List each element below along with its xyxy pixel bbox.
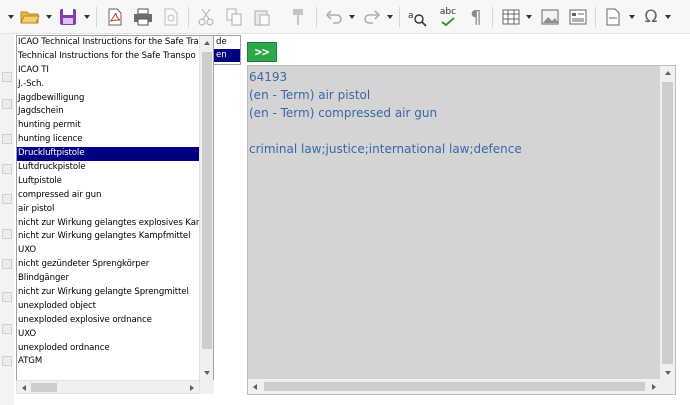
language-list[interactable]: de en — [213, 35, 241, 65]
term-list-item[interactable]: nicht zur Wirkung gelangtes Kampfmittel — [17, 230, 200, 244]
special-character-icon[interactable]: Ω — [640, 5, 662, 29]
term-list-item[interactable]: J.-Sch. — [17, 78, 200, 92]
term-list-item[interactable]: unexploded ordnance — [17, 342, 200, 356]
scroll-down-arrow-icon[interactable] — [200, 366, 213, 380]
sidebar-pencil-icon[interactable] — [2, 72, 12, 82]
scroll-up-arrow-icon[interactable] — [660, 66, 675, 80]
sidebar-list-icon[interactable] — [2, 324, 12, 334]
svg-text:a: a — [408, 11, 414, 21]
table-dropdown-arrow[interactable] — [524, 5, 533, 29]
term-list-item[interactable]: ICAO TI — [17, 64, 200, 78]
term-list-item[interactable]: unexploded object — [17, 300, 200, 314]
sidebar-shape-icon[interactable] — [2, 164, 12, 174]
sidebar-frame-icon[interactable] — [2, 194, 12, 204]
term-list-item[interactable]: hunting permit — [17, 119, 200, 133]
save-dropdown-arrow[interactable] — [82, 5, 91, 29]
term-list-item[interactable]: nicht zur Wirkung gelangtes explosives K… — [17, 217, 200, 231]
term-list-item[interactable]: Jagdbewilligung — [17, 92, 200, 106]
term-list-item[interactable]: Jagdschein — [17, 105, 200, 119]
scroll-down-arrow-icon[interactable] — [660, 366, 675, 380]
scroll-left-arrow-icon[interactable] — [17, 381, 31, 395]
term-list-items: ICAO Technical Instructions for the Safe… — [17, 36, 200, 369]
find-replace-icon[interactable]: a — [405, 5, 429, 29]
term-list-item[interactable]: ICAO Technical Instructions for the Safe… — [17, 36, 200, 50]
app-window: a abc ¶ Ω ICAO Technical Instructions fo… — [0, 0, 690, 405]
language-item-en[interactable]: en — [214, 49, 240, 62]
toolbar: a abc ¶ Ω — [0, 0, 690, 34]
result-vertical-scrollbar[interactable] — [660, 66, 675, 380]
sidebar-page-icon[interactable] — [2, 134, 12, 144]
result-pane[interactable]: 64193 (en - Term) air pistol (en - Term)… — [247, 65, 676, 395]
open-folder-icon[interactable] — [18, 5, 42, 29]
term-list-item[interactable]: Luftdruckpistole — [17, 161, 200, 175]
insert-table-icon[interactable] — [499, 5, 523, 29]
language-item-de[interactable]: de — [214, 36, 240, 49]
term-list-item[interactable]: unexploded explosive ordnance — [17, 314, 200, 328]
redo-icon[interactable] — [360, 5, 384, 29]
result-entry-id: 64193 — [249, 70, 288, 84]
sidebar-arrow-icon[interactable] — [2, 99, 12, 109]
menu-dropdown-arrow[interactable] — [6, 5, 15, 29]
result-blank-line — [248, 122, 660, 140]
scrollbar-thumb[interactable] — [264, 382, 645, 391]
term-list-item[interactable]: nicht zur Wirkung gelangte Sprengmittel — [17, 286, 200, 300]
page-break-icon[interactable] — [601, 5, 625, 29]
open-dropdown-arrow[interactable] — [44, 5, 53, 29]
sidebar-circle-icon[interactable] — [2, 259, 12, 269]
scroll-right-arrow-icon[interactable] — [185, 381, 199, 395]
clone-formatting-icon[interactable] — [286, 5, 310, 29]
spellcheck-label: abc — [439, 7, 457, 17]
result-term-line: (en - Term) compressed air gun — [249, 106, 438, 120]
term-list-horizontal-scrollbar[interactable] — [16, 380, 200, 394]
term-list-item[interactable]: air pistol — [17, 203, 200, 217]
print-icon[interactable] — [131, 5, 155, 29]
export-pdf-icon[interactable] — [103, 5, 127, 29]
page-dropdown-arrow[interactable] — [627, 5, 636, 29]
spellcheck-icon[interactable]: abc — [435, 5, 461, 29]
undo-dropdown-arrow[interactable] — [347, 5, 356, 29]
undo-icon[interactable] — [322, 5, 346, 29]
scrollbar-thumb[interactable] — [31, 383, 57, 392]
copy-icon[interactable] — [222, 5, 246, 29]
sidebar-grid-icon[interactable] — [2, 229, 12, 239]
term-list-vertical-scrollbar[interactable] — [199, 36, 213, 380]
sidebar-box-icon[interactable] — [2, 292, 12, 302]
translate-button[interactable]: >> — [247, 42, 277, 62]
term-list-item[interactable]: ATGM — [17, 355, 200, 369]
scroll-up-arrow-icon[interactable] — [200, 36, 213, 50]
left-sidebar-strip — [0, 34, 14, 405]
insert-chart-icon[interactable] — [566, 5, 590, 29]
term-list-item[interactable]: UXO — [17, 328, 200, 342]
formatting-marks-icon[interactable]: ¶ — [465, 5, 487, 29]
result-horizontal-scrollbar[interactable] — [248, 379, 661, 394]
redo-dropdown-arrow[interactable] — [385, 5, 394, 29]
scroll-left-arrow-icon[interactable] — [248, 379, 262, 394]
scrollbar-corner — [200, 380, 214, 394]
scroll-right-arrow-icon[interactable] — [647, 379, 661, 394]
term-list-item[interactable]: compressed air gun — [17, 189, 200, 203]
term-list-item[interactable]: Luftpistole — [17, 175, 200, 189]
save-icon[interactable] — [56, 5, 80, 29]
sidebar-doc-icon[interactable] — [2, 356, 12, 366]
insert-image-icon[interactable] — [538, 5, 562, 29]
term-list-item[interactable]: Blindgänger — [17, 272, 200, 286]
term-list-item[interactable]: UXO — [17, 244, 200, 258]
result-term-line: (en - Term) air pistol — [249, 88, 371, 102]
scrollbar-corner — [660, 379, 675, 394]
term-list-item[interactable]: hunting licence — [17, 133, 200, 147]
paste-icon[interactable] — [250, 5, 274, 29]
term-list-item[interactable]: nicht gezündeter Sprengkörper — [17, 258, 200, 272]
special-character-dropdown-arrow[interactable] — [663, 5, 672, 29]
scrollbar-thumb[interactable] — [202, 52, 212, 349]
scrollbar-thumb[interactable] — [662, 82, 673, 364]
term-list[interactable]: ICAO Technical Instructions for the Safe… — [16, 35, 214, 381]
term-list-item[interactable]: Technical Instructions for the Safe Tran… — [17, 50, 200, 64]
cut-icon[interactable] — [194, 5, 218, 29]
term-list-item[interactable]: Druckluftpistole — [17, 147, 200, 162]
result-domain-line: criminal law;justice;international law;d… — [249, 142, 522, 156]
print-preview-icon[interactable] — [159, 5, 183, 29]
